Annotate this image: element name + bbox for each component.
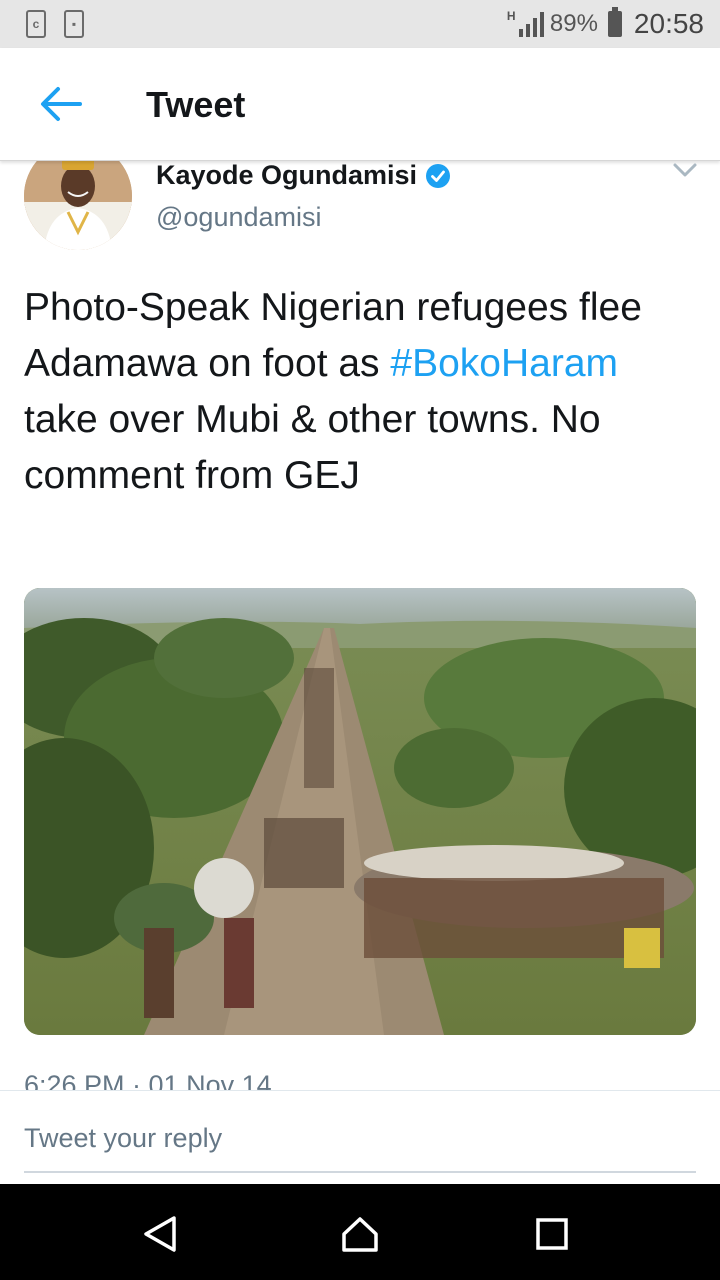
clipboard-icon: ▪: [64, 10, 84, 38]
reply-underline: [24, 1171, 696, 1173]
back-triangle-icon[interactable]: [140, 1214, 180, 1254]
clock: 20:58: [633, 8, 704, 39]
chevron-down-icon[interactable]: [672, 160, 698, 180]
page-title: Tweet: [146, 84, 246, 125]
reply-input[interactable]: Tweet your reply: [24, 1123, 222, 1154]
battery-percent: 89%: [549, 10, 598, 37]
app-header: Tweet: [0, 48, 720, 161]
reply-bar: Tweet your reply: [0, 1090, 720, 1185]
tweet-photo[interactable]: [24, 588, 696, 1035]
tweet-text: Photo-Speak Nigerian refugees flee Adama…: [24, 280, 684, 504]
system-nav-bar: [0, 1184, 720, 1280]
tweet-timestamp: 6:26 PM · 01 Nov 14: [24, 1070, 272, 1092]
battery-icon: [607, 7, 622, 37]
hashtag-link[interactable]: #BokoHaram: [390, 342, 618, 385]
verified-badge-icon: [426, 163, 451, 188]
tweet-text-part: take over Mubi & other towns. No comment…: [24, 398, 601, 497]
recents-square-icon[interactable]: [532, 1214, 572, 1254]
sync-icon: c: [26, 10, 46, 38]
author-handle[interactable]: @ogundamisi: [156, 202, 322, 233]
home-icon[interactable]: [340, 1214, 380, 1254]
signal-icon: H: [506, 9, 544, 37]
network-type: H: [506, 9, 516, 23]
status-bar: c ▪ H 89% 20:58: [0, 0, 720, 48]
author-name[interactable]: Kayode Ogundamisi: [156, 160, 417, 191]
author-row[interactable]: Kayode Ogundamisi: [156, 160, 451, 191]
arrow-left-icon[interactable]: [38, 84, 82, 124]
